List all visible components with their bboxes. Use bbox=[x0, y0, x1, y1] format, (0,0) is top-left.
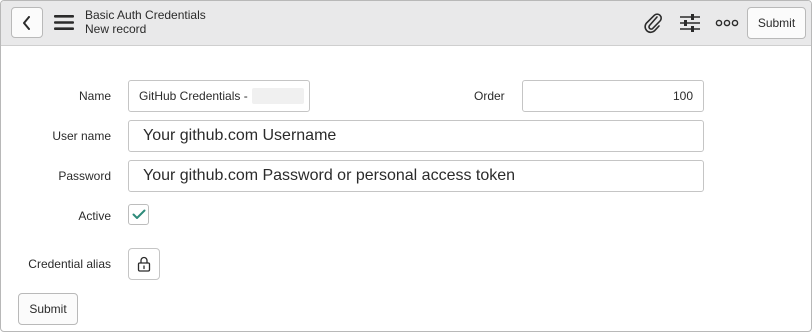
active-checkbox[interactable] bbox=[128, 204, 149, 225]
username-field[interactable]: Your github.com Username bbox=[128, 120, 704, 152]
hamburger-icon bbox=[54, 15, 74, 30]
name-value: GitHub Credentials - bbox=[139, 89, 248, 103]
more-horizontal-icon bbox=[715, 19, 739, 27]
submit-button-header[interactable]: Submit bbox=[747, 7, 806, 39]
order-label: Order bbox=[474, 89, 505, 103]
name-field[interactable]: GitHub Credentials - bbox=[128, 80, 310, 112]
form-header: Basic Auth Credentials New record Submit bbox=[1, 1, 811, 46]
paperclip-icon bbox=[644, 13, 662, 34]
active-label: Active bbox=[78, 209, 111, 223]
personalize-form-button[interactable] bbox=[678, 11, 702, 35]
form-window: Basic Auth Credentials New record Submit… bbox=[0, 0, 812, 332]
credential-alias-lock-button[interactable] bbox=[128, 248, 160, 280]
redacted-region bbox=[251, 88, 304, 104]
back-button[interactable] bbox=[11, 7, 43, 38]
lock-icon bbox=[137, 256, 151, 272]
username-value: Your github.com Username bbox=[143, 127, 337, 144]
more-options-button[interactable] bbox=[715, 11, 739, 35]
chevron-left-icon bbox=[23, 15, 30, 30]
username-label: User name bbox=[52, 129, 111, 143]
hamburger-menu-button[interactable] bbox=[54, 14, 74, 31]
password-label: Password bbox=[58, 169, 111, 183]
password-field[interactable]: Your github.com Password or personal acc… bbox=[128, 160, 704, 192]
attachment-button[interactable] bbox=[641, 11, 665, 35]
password-value: Your github.com Password or personal acc… bbox=[143, 167, 516, 184]
order-field[interactable]: 100 bbox=[522, 80, 704, 112]
checkmark-icon bbox=[132, 209, 145, 219]
page-subtitle: New record bbox=[85, 22, 147, 36]
credential-alias-label: Credential alias bbox=[28, 257, 111, 271]
name-label: Name bbox=[78, 89, 111, 103]
page-title: Basic Auth Credentials bbox=[85, 8, 206, 22]
order-value: 100 bbox=[672, 89, 693, 103]
header-titles: Basic Auth Credentials New record bbox=[85, 8, 206, 36]
submit-button-footer[interactable]: Submit bbox=[18, 293, 78, 325]
sliders-icon bbox=[680, 14, 700, 32]
